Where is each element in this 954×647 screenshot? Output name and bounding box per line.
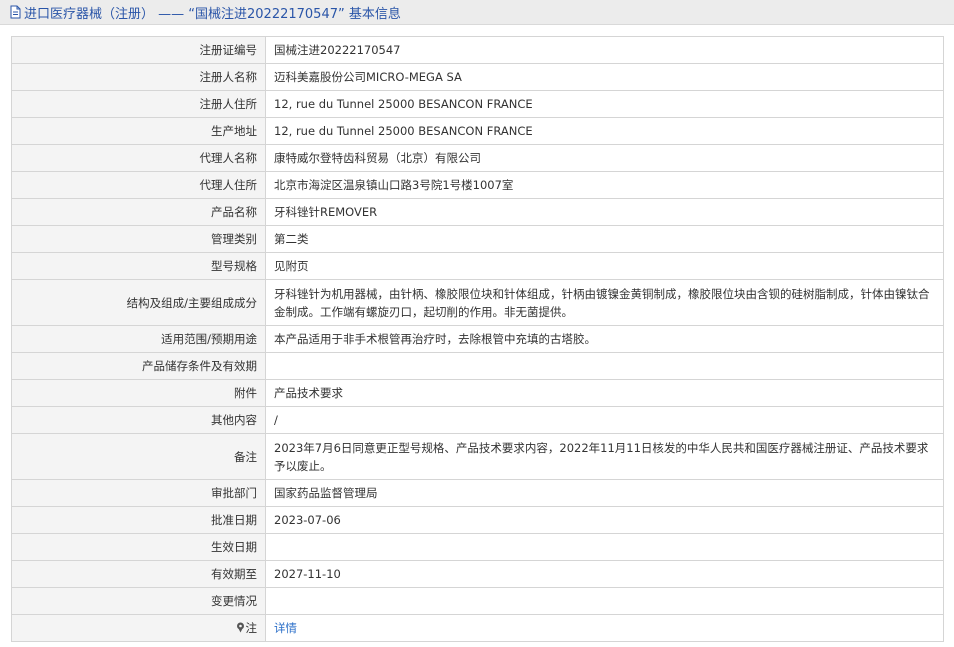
- note-value-cell: 详情: [265, 614, 944, 642]
- row-label: 有效期至: [11, 560, 266, 588]
- table-row: 产品储存条件及有效期: [11, 352, 944, 380]
- row-value: [265, 352, 944, 380]
- note-label: 注: [245, 621, 258, 635]
- row-label: 审批部门: [11, 479, 266, 507]
- table-row: 备注 2023年7月6日同意更正型号规格、产品技术要求内容，2022年11月11…: [11, 433, 944, 480]
- row-value: [265, 587, 944, 615]
- row-value: 本产品适用于非手术根管再治疗时，去除根管中充填的古塔胶。: [265, 325, 944, 353]
- row-label: 管理类别: [11, 225, 266, 253]
- row-value: [265, 533, 944, 561]
- table-row: 产品名称 牙科锉针REMOVER: [11, 198, 944, 226]
- detail-table: 注册证编号 国械注进20222170547 注册人名称 迈科美嘉股份公司MICR…: [11, 36, 944, 642]
- row-value: 12, rue du Tunnel 25000 BESANCON FRANCE: [265, 117, 944, 145]
- table-row: 型号规格 见附页: [11, 252, 944, 280]
- row-label: 代理人名称: [11, 144, 266, 172]
- row-label: 注册证编号: [11, 36, 266, 64]
- table-row: 注册人名称 迈科美嘉股份公司MICRO-MEGA SA: [11, 63, 944, 91]
- row-label: 注册人名称: [11, 63, 266, 91]
- row-label: 产品名称: [11, 198, 266, 226]
- row-value: 产品技术要求: [265, 379, 944, 407]
- row-label: 结构及组成/主要组成成分: [11, 279, 266, 326]
- table-row: 其他内容 /: [11, 406, 944, 434]
- table-row: 变更情况: [11, 587, 944, 615]
- note-row: 注 详情: [11, 614, 944, 642]
- page-title: 进口医疗器械（注册） —— “国械注进20222170547” 基本信息: [24, 6, 401, 22]
- pin-icon: [236, 622, 244, 633]
- row-value: 国家药品监督管理局: [265, 479, 944, 507]
- row-value: 12, rue du Tunnel 25000 BESANCON FRANCE: [265, 90, 944, 118]
- table-row: 结构及组成/主要组成成分 牙科锉针为机用器械，由针柄、橡胶限位块和针体组成，针柄…: [11, 279, 944, 326]
- table-row: 附件 产品技术要求: [11, 379, 944, 407]
- row-value: 第二类: [265, 225, 944, 253]
- row-label: 附件: [11, 379, 266, 407]
- row-value: 北京市海淀区温泉镇山口路3号院1号楼1007室: [265, 171, 944, 199]
- row-value: /: [265, 406, 944, 434]
- row-label: 变更情况: [11, 587, 266, 615]
- row-label: 生产地址: [11, 117, 266, 145]
- row-label: 型号规格: [11, 252, 266, 280]
- row-label: 批准日期: [11, 506, 266, 534]
- details-link[interactable]: 详情: [274, 621, 297, 635]
- note-label-cell: 注: [11, 614, 266, 642]
- row-label: 备注: [11, 433, 266, 480]
- row-label: 生效日期: [11, 533, 266, 561]
- row-label: 注册人住所: [11, 90, 266, 118]
- row-value: 国械注进20222170547: [265, 36, 944, 64]
- table-row: 生产地址 12, rue du Tunnel 25000 BESANCON FR…: [11, 117, 944, 145]
- row-value: 康特威尔登特齿科贸易（北京）有限公司: [265, 144, 944, 172]
- row-value: 牙科锉针REMOVER: [265, 198, 944, 226]
- row-value: 牙科锉针为机用器械，由针柄、橡胶限位块和针体组成，针柄由镀镍金黄铜制成，橡胶限位…: [265, 279, 944, 326]
- row-value: 迈科美嘉股份公司MICRO-MEGA SA: [265, 63, 944, 91]
- table-row: 审批部门 国家药品监督管理局: [11, 479, 944, 507]
- row-label: 其他内容: [11, 406, 266, 434]
- table-row: 生效日期: [11, 533, 944, 561]
- table-row: 批准日期 2023-07-06: [11, 506, 944, 534]
- table-row: 代理人住所 北京市海淀区温泉镇山口路3号院1号楼1007室: [11, 171, 944, 199]
- row-value: 2023年7月6日同意更正型号规格、产品技术要求内容，2022年11月11日核发…: [265, 433, 944, 480]
- row-label: 产品储存条件及有效期: [11, 352, 266, 380]
- document-icon: [10, 5, 21, 19]
- table-row: 注册证编号 国械注进20222170547: [11, 36, 944, 64]
- table-row: 代理人名称 康特威尔登特齿科贸易（北京）有限公司: [11, 144, 944, 172]
- table-row: 有效期至 2027-11-10: [11, 560, 944, 588]
- table-row: 注册人住所 12, rue du Tunnel 25000 BESANCON F…: [11, 90, 944, 118]
- row-label: 代理人住所: [11, 171, 266, 199]
- table-row: 适用范围/预期用途 本产品适用于非手术根管再治疗时，去除根管中充填的古塔胶。: [11, 325, 944, 353]
- row-value: 见附页: [265, 252, 944, 280]
- page-header: 进口医疗器械（注册） —— “国械注进20222170547” 基本信息: [0, 0, 954, 25]
- row-value: 2027-11-10: [265, 560, 944, 588]
- table-row: 管理类别 第二类: [11, 225, 944, 253]
- row-value: 2023-07-06: [265, 506, 944, 534]
- row-label: 适用范围/预期用途: [11, 325, 266, 353]
